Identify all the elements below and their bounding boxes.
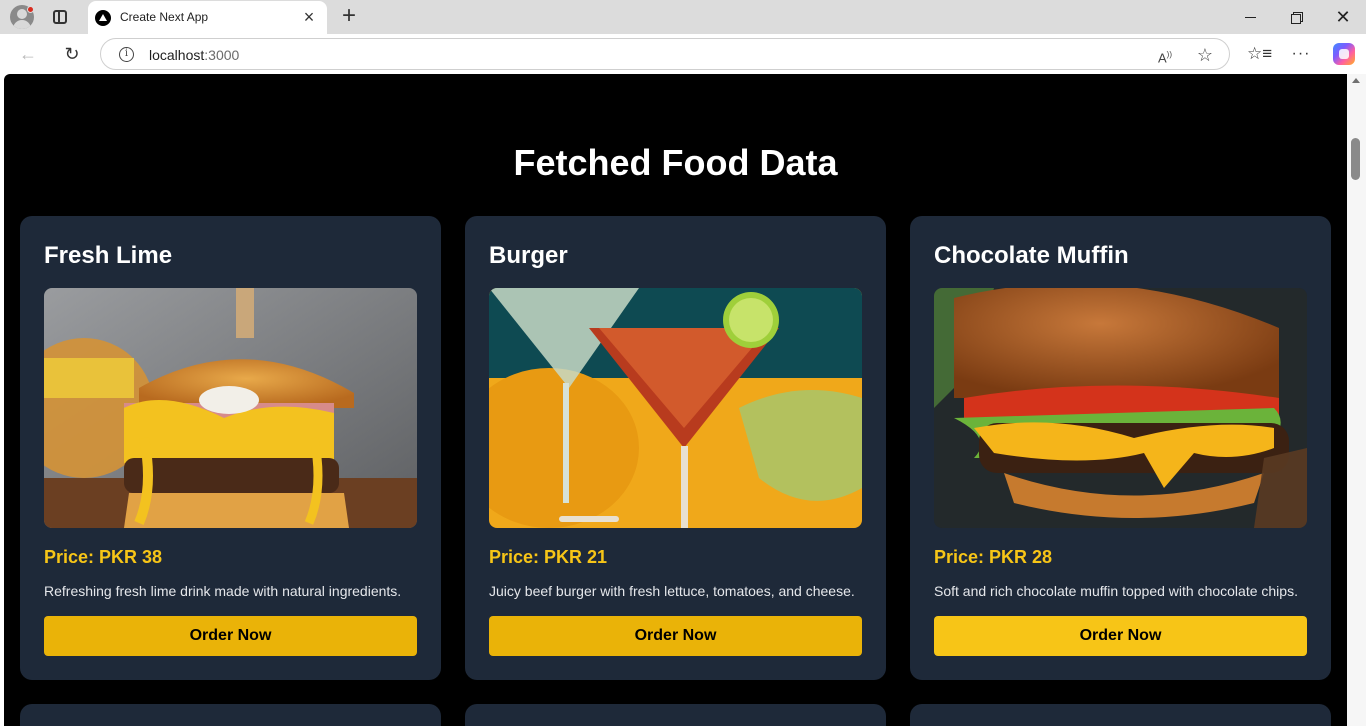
food-card: [465, 704, 886, 726]
browser-toolbar: ← ↻ i localhost:3000 A)) ☆ ☆≡ ···: [0, 34, 1366, 74]
food-card: Chocolate Muffin Price: PKR 28 Soft and …: [910, 216, 1331, 680]
page-scrollbar[interactable]: [1347, 74, 1366, 726]
food-card: [20, 704, 441, 726]
browser-tab[interactable]: Create Next App ×: [88, 1, 327, 34]
notification-dot: [27, 6, 34, 13]
more-dots-icon[interactable]: ···: [1290, 43, 1312, 65]
food-description: Juicy beef burger with fresh lettuce, to…: [489, 583, 855, 599]
copilot-icon[interactable]: [1333, 43, 1355, 65]
restore-button[interactable]: [1274, 4, 1320, 30]
address-bar[interactable]: i localhost:3000 A)) ☆: [100, 38, 1230, 70]
minimize-button[interactable]: [1228, 4, 1274, 30]
food-description: Soft and rich chocolate muffin topped wi…: [934, 583, 1298, 599]
food-description: Refreshing fresh lime drink made with na…: [44, 583, 402, 599]
tab-actions-icon[interactable]: [53, 10, 67, 24]
burger-with-egg-photo: [44, 288, 417, 528]
food-name: Fresh Lime: [44, 242, 173, 269]
window-close-button[interactable]: ✕: [1320, 4, 1366, 30]
reload-icon[interactable]: ↻: [61, 43, 83, 65]
tab-strip: Create Next App × + ✕: [0, 0, 1366, 34]
cheeseburger-photo: [934, 288, 1307, 528]
food-name: Burger: [489, 242, 568, 269]
url-port: :3000: [204, 47, 240, 63]
read-aloud-icon[interactable]: A)): [1155, 45, 1175, 65]
food-price: Price: PKR 21: [489, 547, 608, 567]
favorites-icon[interactable]: ☆≡: [1247, 43, 1272, 65]
info-icon[interactable]: i: [119, 47, 134, 62]
close-icon[interactable]: ×: [300, 8, 318, 26]
food-card: [910, 704, 1331, 726]
scroll-thumb[interactable]: [1351, 138, 1360, 180]
page-viewport: Fetched Food Data Fresh Lime Price: PKR …: [4, 74, 1347, 726]
page-title: Fetched Food Data: [513, 142, 838, 183]
star-icon[interactable]: ☆: [1195, 45, 1215, 65]
food-card: Burger Price: PKR 21 Juicy beef burger w…: [465, 216, 886, 680]
url-text[interactable]: localhost:3000: [149, 47, 239, 63]
order-now-button[interactable]: Order Now: [489, 616, 862, 656]
food-name: Chocolate Muffin: [934, 242, 1129, 269]
scroll-up-arrow-icon[interactable]: [1352, 78, 1360, 83]
food-price: Price: PKR 38: [44, 547, 163, 567]
food-price: Price: PKR 28: [934, 547, 1053, 567]
food-card: Fresh Lime Price: PKR 38 Refreshing fres…: [20, 216, 441, 680]
url-host: localhost: [149, 47, 205, 63]
plus-icon[interactable]: +: [338, 4, 360, 28]
nextjs-favicon-icon: [95, 10, 111, 26]
order-now-button[interactable]: Order Now: [934, 616, 1307, 656]
back-arrow-icon[interactable]: ←: [17, 43, 39, 65]
cocktail-glasses-photo: [489, 288, 862, 528]
order-now-button[interactable]: Order Now: [44, 616, 417, 656]
tab-title: Create Next App: [120, 10, 209, 24]
